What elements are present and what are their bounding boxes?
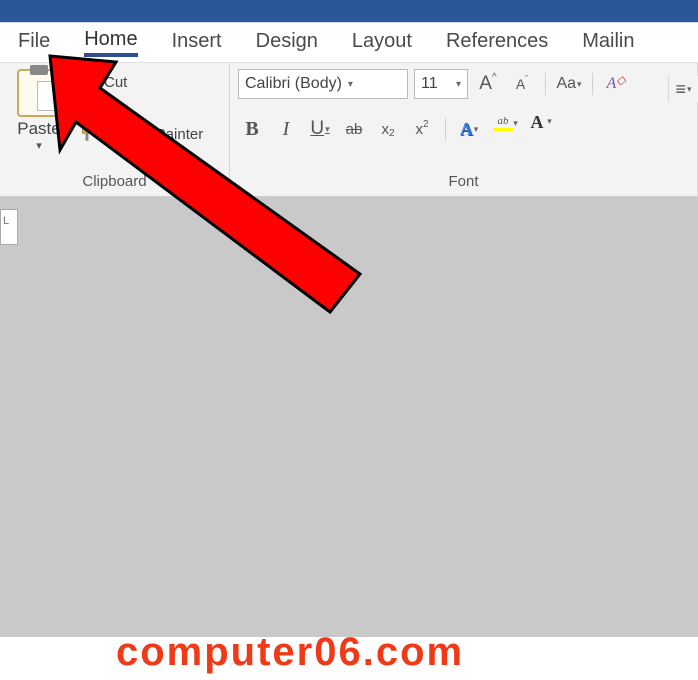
underline-button[interactable]: U▾ <box>306 115 334 143</box>
ribbon: Paste ▾ Cut C <box>0 62 698 197</box>
separator <box>592 73 593 95</box>
clipboard-icon <box>17 69 61 117</box>
group-clipboard: Paste ▾ Cut C <box>0 63 230 196</box>
tab-layout[interactable]: Layout <box>352 30 412 55</box>
bullets-button[interactable]: ≡▾ <box>668 76 698 102</box>
separator <box>545 73 546 95</box>
ribbon-tabstrip: File Home Insert Design Layout Reference… <box>0 22 698 62</box>
copy-button[interactable]: C <box>76 99 203 117</box>
cut-button[interactable]: Cut <box>76 73 203 91</box>
highlight-swatch <box>493 128 513 131</box>
chevron-down-icon: ▾ <box>348 79 353 90</box>
cut-label: Cut <box>104 74 127 91</box>
tab-home[interactable]: Home <box>84 28 137 57</box>
tab-file[interactable]: File <box>18 30 50 55</box>
font-color-button[interactable]: A ▾ <box>523 115 551 143</box>
tab-insert[interactable]: Insert <box>172 30 222 55</box>
text-effects-button[interactable]: A▾ <box>455 115 483 143</box>
font-size-combo[interactable]: 11 ▾ <box>414 69 468 99</box>
clear-formatting-button[interactable]: A◇ <box>602 70 630 98</box>
copy-label: C <box>104 100 115 117</box>
superscript-button[interactable]: x2 <box>408 115 436 143</box>
paste-button[interactable]: Paste ▾ <box>8 69 70 152</box>
tab-references[interactable]: References <box>446 30 548 55</box>
font-size-value: 11 <box>421 75 438 93</box>
highlight-button[interactable]: ab ▾ <box>489 115 517 143</box>
grow-font-button[interactable]: A^ <box>474 70 502 98</box>
group-font: Calibri (Body) ▾ 11 ▾ A^ Aˇ Aa▾ A◇ B I U… <box>230 63 698 196</box>
italic-button[interactable]: I <box>272 115 300 143</box>
scissors-icon <box>76 73 98 91</box>
title-bar <box>0 0 698 22</box>
font-name-combo[interactable]: Calibri (Body) ▾ <box>238 69 408 99</box>
subscript-button[interactable]: x2 <box>374 115 402 143</box>
format-painter-label: Format Painter <box>104 126 203 143</box>
chevron-down-icon[interactable]: ▾ <box>36 139 42 152</box>
watermark-text: computer06.com <box>116 630 698 674</box>
font-name-value: Calibri (Body) <box>245 75 342 93</box>
separator <box>445 118 446 140</box>
clipboard-group-label: Clipboard <box>8 171 221 194</box>
ruler-marker: L <box>3 215 9 227</box>
strikethrough-button[interactable]: ab <box>340 115 368 143</box>
paste-label: Paste <box>17 119 60 139</box>
font-group-label: Font <box>238 171 689 194</box>
change-case-button[interactable]: Aa▾ <box>555 70 583 98</box>
shrink-font-button[interactable]: Aˇ <box>508 70 536 98</box>
tab-mailings[interactable]: Mailin <box>582 30 634 55</box>
copy-icon <box>76 99 98 117</box>
brush-icon <box>76 125 98 143</box>
document-area[interactable]: L <box>0 197 698 637</box>
tab-design[interactable]: Design <box>256 30 318 55</box>
format-painter-button[interactable]: Format Painter <box>76 125 203 143</box>
chevron-down-icon: ▾ <box>456 79 461 90</box>
bold-button[interactable]: B <box>238 115 266 143</box>
